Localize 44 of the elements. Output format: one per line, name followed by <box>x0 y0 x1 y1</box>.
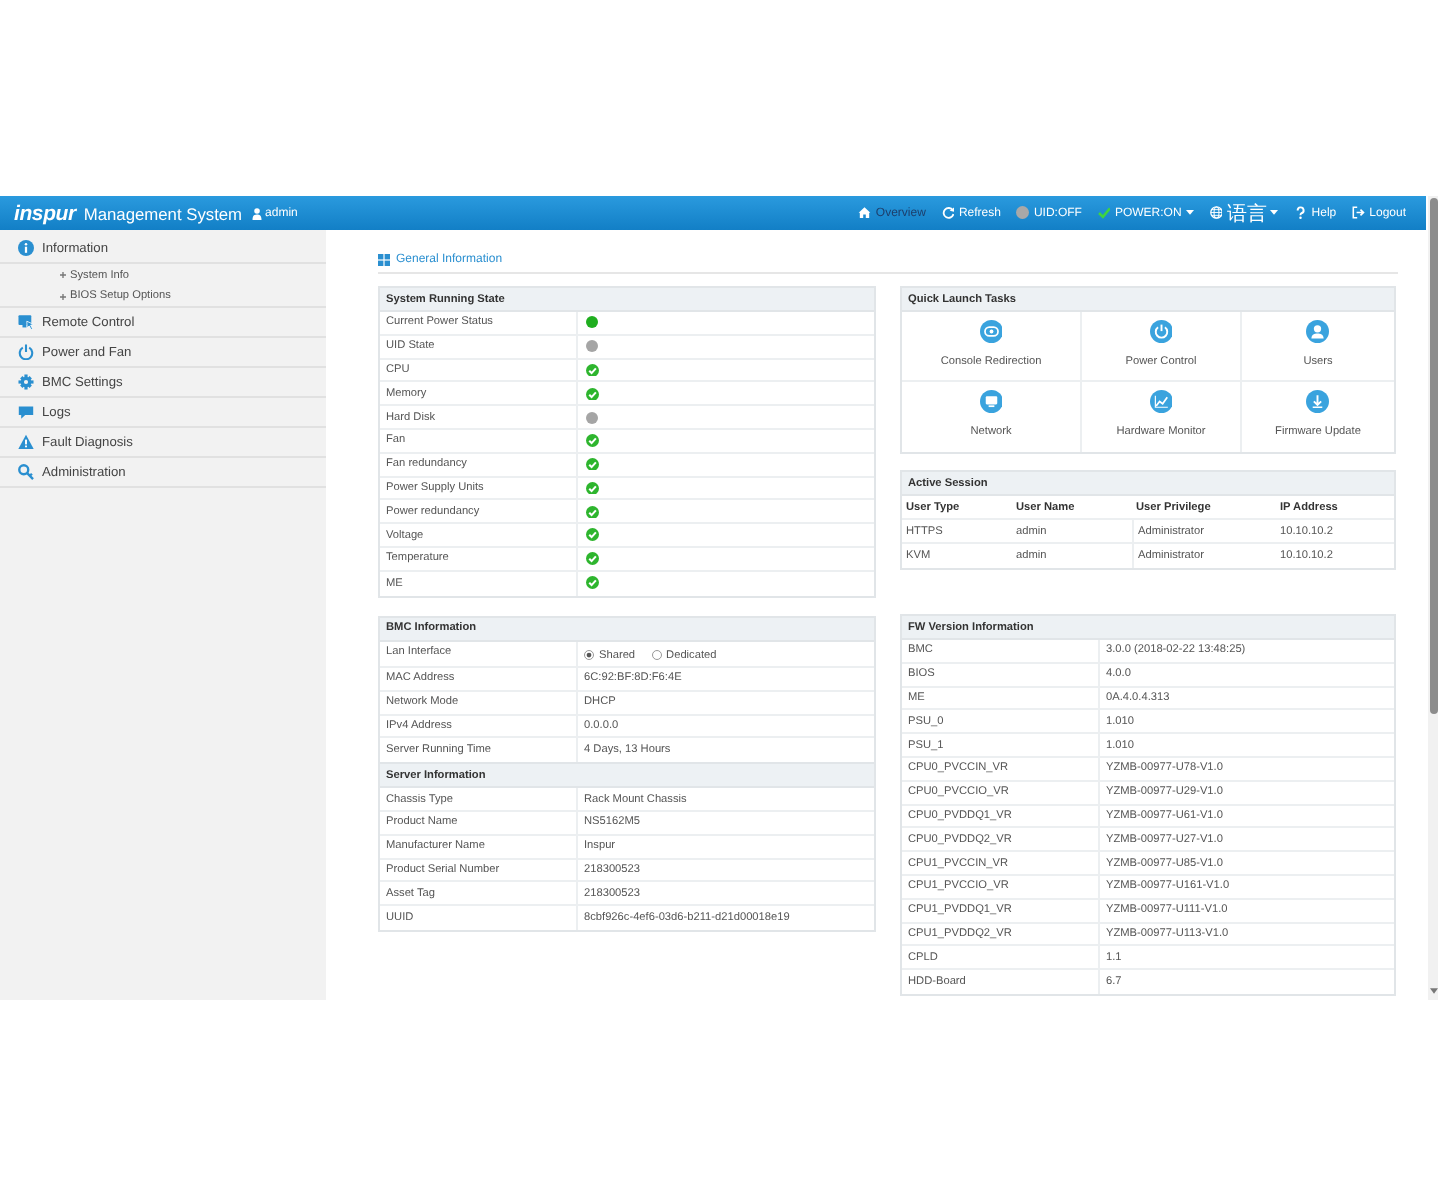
plus-icon <box>60 272 66 278</box>
grid-icon <box>378 254 390 266</box>
scrollbar[interactable] <box>1428 196 1438 1000</box>
speech-bubble-icon <box>18 404 34 420</box>
status-dot-icon <box>586 316 598 329</box>
warning-icon <box>18 434 34 450</box>
chart-icon <box>1149 390 1173 413</box>
user-icon <box>1306 320 1330 343</box>
check-circle-icon <box>586 481 599 495</box>
info-icon <box>18 240 34 256</box>
download-icon <box>1306 390 1330 413</box>
plus-icon <box>60 293 66 299</box>
app-title: Management System <box>83 203 243 223</box>
check-circle-icon <box>586 434 599 448</box>
brand-logo: inspur <box>14 201 76 225</box>
check-circle-icon <box>586 528 599 542</box>
refresh-icon <box>941 206 955 220</box>
user-icon <box>252 207 263 219</box>
home-icon <box>858 206 872 220</box>
logout-icon <box>1352 206 1366 220</box>
check-circle-icon <box>586 552 599 566</box>
question-icon <box>1294 206 1308 220</box>
check-circle-icon <box>586 576 599 590</box>
check-circle-icon <box>586 363 599 377</box>
console-icon <box>979 320 1003 343</box>
globe-icon <box>1209 206 1223 220</box>
scrollbar-thumb[interactable] <box>1429 198 1437 714</box>
power-icon <box>1149 320 1173 343</box>
monitor-icon <box>979 390 1003 413</box>
check-circle-icon <box>586 457 599 471</box>
status-dot-icon <box>1016 206 1030 220</box>
check-circle-icon <box>586 505 599 519</box>
status-dot-icon <box>586 340 598 353</box>
language-menu[interactable]: 语言 <box>1209 201 1279 225</box>
key-icon <box>18 464 34 480</box>
gear-icon <box>18 374 34 390</box>
status-dot-icon <box>586 411 598 424</box>
check-circle-icon <box>586 387 599 401</box>
arrow-down-icon[interactable] <box>1429 988 1437 994</box>
radio-icon[interactable] <box>651 650 662 661</box>
power-icon <box>18 344 34 360</box>
radio-icon[interactable] <box>584 650 594 661</box>
check-icon <box>1097 206 1111 220</box>
monitor-icon <box>18 314 34 330</box>
